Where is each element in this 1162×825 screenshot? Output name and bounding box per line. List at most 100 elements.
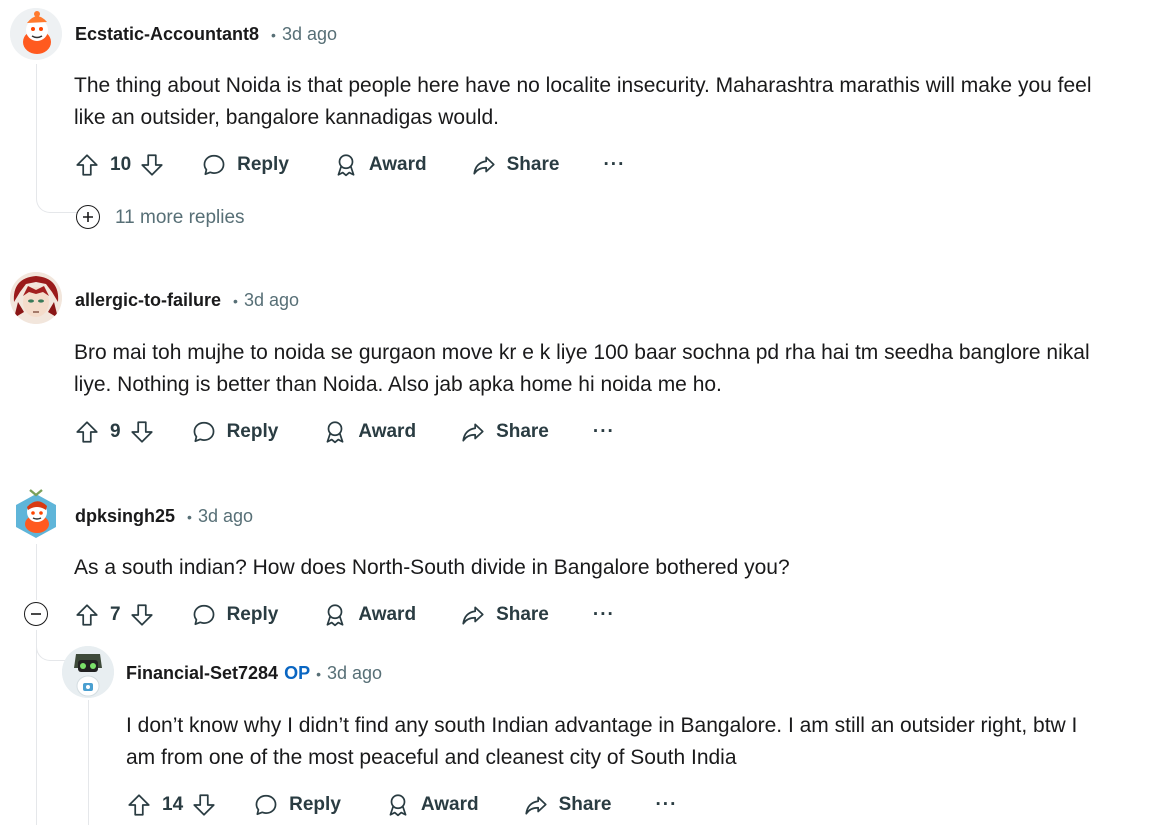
upvote-icon	[76, 154, 98, 176]
timestamp[interactable]: 3d ago	[282, 24, 337, 45]
downvote-button[interactable]	[129, 602, 155, 628]
reply-label: Reply	[226, 604, 279, 625]
upvote-icon	[76, 421, 98, 443]
username[interactable]: dpksingh25	[75, 506, 175, 527]
upvote-icon	[76, 604, 98, 626]
award-icon	[326, 421, 344, 444]
comment-icon	[203, 154, 225, 176]
downvote-icon	[141, 154, 163, 176]
comment-line: like an outsider, bangalore kannadigas w…	[74, 106, 499, 129]
minus-icon	[31, 613, 41, 615]
share-button[interactable]: Share	[460, 602, 549, 628]
meta-separator: •	[271, 26, 276, 43]
reply-button[interactable]: Reply	[191, 419, 279, 445]
meta-separator: •	[233, 292, 238, 309]
avatar[interactable]	[10, 8, 62, 60]
award-icon	[389, 794, 407, 817]
avatar[interactable]	[10, 486, 62, 542]
comment-line: liye. Nothing is better than Noida. Also…	[74, 373, 722, 396]
comment-line: The thing about Noida is that people her…	[74, 74, 1092, 97]
comment-line: As a south indian? How does North-South …	[74, 556, 790, 579]
downvote-icon	[193, 794, 215, 816]
share-label: Share	[506, 154, 560, 175]
thread-line-4[interactable]	[88, 700, 89, 825]
comment-actions: 7 Reply Award Share ···	[74, 599, 615, 631]
timestamp[interactable]: 3d ago	[244, 290, 299, 311]
more-options-button[interactable]: ···	[593, 421, 615, 443]
timestamp[interactable]: 3d ago	[198, 506, 253, 527]
comment-actions: 9 Reply Award Share ···	[74, 416, 615, 448]
comment-body: As a south indian? How does North-South …	[74, 552, 790, 584]
vote-count: 7	[110, 604, 121, 625]
upvote-button[interactable]	[74, 602, 100, 628]
award-label: Award	[358, 604, 417, 625]
avatar[interactable]	[10, 272, 62, 324]
award-button[interactable]: Award	[322, 602, 416, 628]
award-button[interactable]: Award	[322, 419, 416, 445]
username[interactable]: allergic-to-failure	[75, 290, 221, 311]
comment-line: I don’t know why I didn’t find any south…	[126, 714, 1078, 737]
username[interactable]: Financial-Set7284	[126, 663, 278, 684]
upvote-icon	[128, 794, 150, 816]
vote-count: 14	[162, 794, 184, 815]
award-label: Award	[420, 794, 479, 815]
reply-label: Reply	[237, 154, 289, 175]
more-replies-link[interactable]: 11 more replies	[115, 207, 245, 229]
meta-separator: •	[187, 508, 192, 525]
thread-line-3b[interactable]	[36, 630, 37, 825]
downvote-button[interactable]	[129, 419, 155, 445]
award-label: Award	[358, 421, 417, 442]
thread-elbow-3	[36, 630, 65, 661]
more-options-button[interactable]: ···	[593, 604, 615, 626]
op-badge: OP	[284, 663, 311, 683]
share-icon	[473, 156, 495, 175]
upvote-button[interactable]	[74, 419, 100, 445]
thread-line-3[interactable]	[36, 544, 37, 600]
downvote-icon	[130, 421, 153, 443]
vote-count: 9	[110, 421, 121, 442]
share-label: Share	[558, 794, 612, 815]
reply-button[interactable]: Reply	[191, 602, 279, 628]
share-icon	[525, 796, 547, 815]
downvote-button[interactable]	[139, 152, 165, 178]
share-button[interactable]: Share	[471, 152, 560, 178]
reply-button[interactable]: Reply	[201, 152, 289, 178]
reply-button[interactable]: Reply	[253, 792, 341, 818]
comment-meta: dpksingh25 • 3d ago	[75, 506, 253, 527]
comment-body: The thing about Noida is that people her…	[74, 70, 1092, 134]
share-icon	[462, 423, 484, 442]
expand-replies-button[interactable]	[76, 205, 100, 229]
username[interactable]: Ecstatic-Accountant8	[75, 24, 259, 45]
upvote-button[interactable]	[74, 152, 100, 178]
comment-meta: Financial-Set7284 OP • 3d ago	[126, 663, 382, 684]
award-button[interactable]: Award	[385, 792, 479, 818]
downvote-button[interactable]	[191, 792, 217, 818]
comment-body: Bro mai toh mujhe to noida se gurgaon mo…	[74, 337, 1090, 401]
comment-line: am from one of the most peaceful and cle…	[126, 746, 737, 769]
reply-label: Reply	[226, 421, 279, 442]
comment-meta: allergic-to-failure • 3d ago	[75, 290, 299, 311]
comment-actions: 10 Reply Award Share ···	[74, 149, 625, 181]
timestamp[interactable]: 3d ago	[327, 663, 382, 684]
meta-separator: •	[316, 665, 321, 682]
thread-elbow-1	[36, 188, 77, 213]
award-icon	[326, 604, 344, 627]
downvote-icon	[130, 604, 153, 626]
more-options-button[interactable]: ···	[655, 794, 677, 816]
share-button[interactable]: Share	[523, 792, 612, 818]
vote-count: 10	[110, 154, 132, 175]
collapse-thread-button[interactable]	[24, 602, 48, 626]
comment-icon	[255, 794, 277, 816]
upvote-button[interactable]	[126, 792, 152, 818]
share-button[interactable]: Share	[460, 419, 549, 445]
comment-icon	[193, 604, 214, 626]
award-icon	[337, 154, 355, 177]
comment-body: I don’t know why I didn’t find any south…	[126, 710, 1077, 774]
share-label: Share	[496, 604, 549, 625]
comment-line: Bro mai toh mujhe to noida se gurgaon mo…	[74, 341, 1090, 364]
more-options-button[interactable]: ···	[603, 154, 625, 176]
comment-icon	[193, 421, 214, 443]
award-button[interactable]: Award	[333, 152, 427, 178]
avatar[interactable]	[62, 646, 114, 698]
thread-line-1[interactable]	[36, 64, 37, 198]
